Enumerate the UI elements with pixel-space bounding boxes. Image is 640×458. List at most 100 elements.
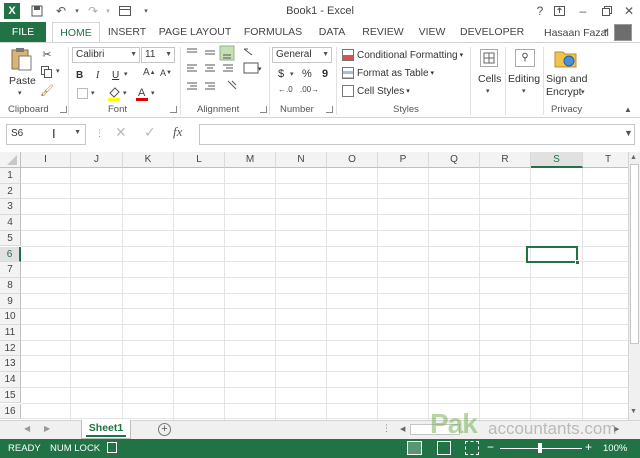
user-dropdown-icon[interactable]: ▾ <box>604 27 608 35</box>
percent-button[interactable]: % <box>302 66 312 82</box>
tab-file[interactable]: FILE <box>0 22 46 42</box>
selected-cell[interactable] <box>526 246 580 265</box>
name-box[interactable]: S6 ▼ <box>6 124 86 145</box>
italic-button[interactable]: I <box>96 67 99 83</box>
help-icon[interactable]: ? <box>531 2 549 20</box>
row-header-4[interactable]: 4 <box>0 215 21 231</box>
tab-page-layout[interactable]: PAGE LAYOUT <box>158 22 232 42</box>
column-header-j[interactable]: J <box>71 152 123 168</box>
sheet-tab-sheet1[interactable]: Sheet1 <box>81 420 131 439</box>
column-header-i[interactable]: I <box>21 152 71 168</box>
borders-dropdown-icon[interactable]: ▾ <box>91 89 95 97</box>
zoom-slider-thumb[interactable] <box>538 443 542 453</box>
expand-formula-icon[interactable]: ▼ <box>624 128 633 138</box>
alignment-launcher-icon[interactable] <box>260 106 267 113</box>
sheet-next-icon[interactable]: ▶ <box>44 424 50 433</box>
tab-insert[interactable]: INSERT <box>102 22 152 42</box>
scroll-left-icon[interactable]: ◀ <box>400 425 405 433</box>
font-launcher-icon[interactable] <box>170 106 177 113</box>
page-layout-view-icon[interactable] <box>437 441 451 455</box>
fill-color-icon[interactable] <box>107 85 121 101</box>
increase-decimal-icon[interactable]: ←.0 <box>278 85 293 94</box>
align-top-icon[interactable] <box>186 46 200 56</box>
merge-dropdown-icon[interactable]: ▾ <box>258 65 262 73</box>
column-header-l[interactable]: L <box>174 152 225 168</box>
normal-view-icon[interactable] <box>407 441 422 455</box>
user-name[interactable]: Hasaan Fazal <box>544 27 609 39</box>
avatar[interactable] <box>614 24 632 41</box>
row-header-13[interactable]: 13 <box>0 356 21 373</box>
close-icon[interactable]: ✕ <box>620 2 638 20</box>
tab-formulas[interactable]: FORMULAS <box>242 22 304 42</box>
row-header-14[interactable]: 14 <box>0 372 21 388</box>
tab-view[interactable]: VIEW <box>414 22 450 42</box>
row-header-15[interactable]: 15 <box>0 387 21 404</box>
underline-dropdown-icon[interactable]: ▾ <box>124 70 128 78</box>
increase-font-icon[interactable]: A ▲ <box>143 67 156 78</box>
restore-icon[interactable] <box>598 2 616 20</box>
tab-split-handle-icon[interactable]: ⋮ <box>382 423 391 434</box>
zoom-out-icon[interactable]: − <box>487 440 494 454</box>
editing-button[interactable]: ⚲ Editing ▾ <box>508 47 542 101</box>
row-header-16[interactable]: 16 <box>0 403 21 420</box>
collapse-ribbon-icon[interactable]: ▲ <box>624 105 632 114</box>
font-size-select[interactable]: 11 ▼ <box>141 47 175 63</box>
cells-button[interactable]: Cells ▾ <box>476 47 502 101</box>
fill-color-dropdown-icon[interactable]: ▾ <box>123 89 127 97</box>
tab-developer[interactable]: DEVELOPER <box>460 22 524 42</box>
vertical-scrollbar[interactable]: ▲ ▼ <box>628 152 640 420</box>
column-header-n[interactable]: N <box>276 152 327 168</box>
drag-handle-icon[interactable]: ⋮ <box>95 128 104 139</box>
sign-and-encrypt-button[interactable]: Sign and Encrypt ▾ <box>546 45 587 101</box>
tab-review[interactable]: REVIEW <box>360 22 406 42</box>
column-header-k[interactable]: K <box>123 152 174 168</box>
insert-function-icon[interactable]: fx <box>173 124 182 140</box>
bold-button[interactable]: B <box>76 67 83 83</box>
borders-icon[interactable] <box>76 87 88 99</box>
sheet-prev-icon[interactable]: ◀ <box>24 424 30 433</box>
font-color-icon[interactable]: A <box>135 85 149 101</box>
number-launcher-icon[interactable] <box>326 106 333 113</box>
font-color-dropdown-icon[interactable]: ▾ <box>151 89 155 97</box>
worksheet-grid[interactable]: IJKLMNOPQRST 1 2 3 4 5 6 7 8 9 10 11 12 13 14 15 16 <box>0 152 628 420</box>
fill-handle[interactable] <box>575 260 580 265</box>
currency-button[interactable]: $ <box>278 66 284 82</box>
decrease-decimal-icon[interactable]: .00→ <box>300 85 319 94</box>
zoom-level[interactable]: 100% <box>603 443 627 454</box>
column-header-m[interactable]: M <box>225 152 276 168</box>
conditional-formatting-button[interactable]: Conditional Formatting ▾ <box>342 47 463 63</box>
add-sheet-icon[interactable]: + <box>158 423 171 436</box>
row-header-5[interactable]: 5 <box>0 230 21 247</box>
cancel-icon[interactable]: ✕ <box>115 124 127 141</box>
column-header-s[interactable]: S <box>531 152 583 168</box>
column-header-t[interactable]: T <box>583 152 628 168</box>
row-header-9[interactable]: 9 <box>0 293 21 310</box>
copy-dropdown-icon[interactable]: ▾ <box>56 67 60 75</box>
macro-record-icon[interactable] <box>107 442 117 453</box>
wrap-text-icon[interactable] <box>244 46 262 58</box>
row-header-12[interactable]: 12 <box>0 340 21 357</box>
scroll-down-icon[interactable]: ▼ <box>630 408 637 415</box>
row-header-3[interactable]: 3 <box>0 199 21 216</box>
copy-icon[interactable] <box>40 65 54 79</box>
formula-input[interactable] <box>199 124 635 145</box>
cell-styles-button[interactable]: Cell Styles ▾ <box>342 83 410 99</box>
row-header-7[interactable]: 7 <box>0 262 21 278</box>
minimize-icon[interactable]: – <box>574 2 592 20</box>
row-header-8[interactable]: 8 <box>0 277 21 294</box>
row-header-11[interactable]: 11 <box>0 325 21 341</box>
scroll-thumb[interactable] <box>630 164 639 344</box>
number-format-select[interactable]: General ▼ <box>272 47 332 63</box>
row-header-1[interactable]: 1 <box>0 168 21 184</box>
decrease-font-icon[interactable]: A ▼ <box>160 68 172 78</box>
column-header-p[interactable]: P <box>378 152 429 168</box>
clipboard-launcher-icon[interactable] <box>60 106 67 113</box>
paste-button[interactable]: Paste ▾ <box>6 45 36 101</box>
page-break-view-icon[interactable] <box>465 441 479 455</box>
cut-icon[interactable]: ✂ <box>40 47 54 61</box>
comma-button[interactable]: 9 <box>322 66 328 82</box>
ribbon-display-icon[interactable] <box>550 2 568 20</box>
tab-data[interactable]: DATA <box>312 22 352 42</box>
column-header-o[interactable]: O <box>327 152 378 168</box>
tab-home[interactable]: HOME <box>52 22 100 43</box>
